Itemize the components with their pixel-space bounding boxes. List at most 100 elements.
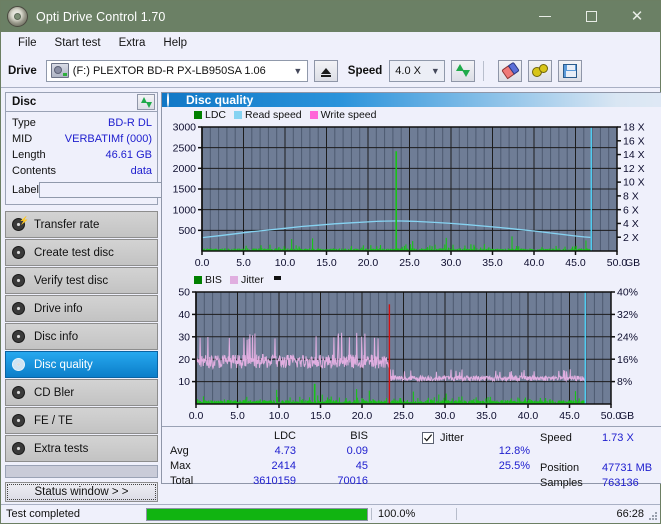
chevron-down-icon: ▼: [430, 65, 440, 76]
menu-item-start-test[interactable]: Start test: [46, 35, 110, 51]
nav-list: ⚡ Transfer rate Create test disc Verify …: [5, 211, 158, 502]
disc-icon: [12, 245, 27, 260]
save-button[interactable]: [558, 59, 583, 82]
sidebar-item-create-test-disc[interactable]: Create test disc: [5, 239, 158, 266]
refresh-button[interactable]: [451, 59, 476, 82]
sidebar-label-verify-test-disc: Verify test disc: [34, 274, 109, 287]
maximize-icon: [585, 11, 597, 22]
svg-text:GB: GB: [625, 257, 640, 269]
drive-toolbar: Drive (F:) PLEXTOR BD-R PX-LB950SA 1.06 …: [1, 54, 660, 88]
svg-text:8 X: 8 X: [623, 190, 639, 202]
svg-text:16%: 16%: [617, 354, 638, 366]
refresh-icon: [456, 64, 471, 77]
maximize-button[interactable]: [568, 1, 614, 32]
svg-text:25.0: 25.0: [393, 410, 414, 422]
svg-text:16 X: 16 X: [623, 135, 645, 147]
jitter-avg-value: 12.8%: [498, 445, 530, 457]
close-icon: ✕: [630, 7, 644, 25]
resize-grip[interactable]: [648, 511, 658, 521]
disc-key-contents: Contents: [12, 165, 57, 177]
content-area: Disc quality LDC Read speed Write speed …: [161, 88, 661, 489]
menu-item-extra[interactable]: Extra: [110, 35, 155, 51]
app-disc-icon: [7, 6, 28, 27]
legend-swatch-bis: [194, 276, 202, 284]
jitter-checkbox[interactable]: [422, 431, 434, 444]
sidebar-item-fe-te[interactable]: FE / TE: [5, 407, 158, 434]
disc-quality-panel: Disc quality LDC Read speed Write speed …: [161, 92, 661, 489]
samples-label: Samples: [540, 476, 583, 489]
bottom-chart-svg: 10 20 30 40 50 8% 16% 24% 32% 40% 0.0 5.0 10.0 15.0 20…: [178, 287, 638, 422]
disc-icon: [12, 357, 27, 372]
eraser-icon: [500, 61, 520, 80]
legend-label-read-speed: Read speed: [245, 109, 302, 121]
gears-icon: [532, 63, 549, 78]
speed-select[interactable]: 4.0 X ▼: [389, 59, 446, 82]
legend-swatch-read-speed: [234, 111, 243, 119]
spacer-row: [540, 445, 661, 460]
sidebar-label-transfer-rate: Transfer rate: [34, 218, 100, 231]
chevron-down-icon: ▼: [293, 65, 303, 76]
eject-icon: [320, 67, 331, 77]
progress-percent: 100.0%: [371, 508, 456, 520]
title-bar: Opti Drive Control 1.70 ✕: [1, 1, 660, 32]
sidebar-item-disc-quality[interactable]: Disc quality: [5, 351, 158, 378]
disc-icon: [12, 273, 27, 288]
disc-icon: [12, 441, 27, 456]
stats-table: LDC BIS Avg 4.73 0.09 Max 2414 45 Total …: [162, 430, 422, 504]
stats-avg-ldc: 4.73: [274, 445, 296, 457]
sidebar-item-cd-bler[interactable]: CD Bler: [5, 379, 158, 406]
status-window-button[interactable]: Status window > >: [5, 482, 158, 502]
jitter-label: Jitter: [440, 431, 464, 444]
disc-group-title: Disc: [12, 96, 37, 108]
drive-select[interactable]: (F:) PLEXTOR BD-R PX-LB950SA 1.06 ▼: [45, 59, 308, 82]
svg-text:5.0: 5.0: [230, 410, 245, 422]
svg-text:0.0: 0.0: [195, 257, 210, 269]
menu-item-file[interactable]: File: [9, 35, 46, 51]
disc-icon: [12, 385, 27, 400]
stats-header-row: LDC BIS: [162, 430, 422, 445]
svg-text:20.0: 20.0: [352, 410, 373, 422]
samples-row: Samples 763136: [540, 475, 661, 490]
legend-label-bis: BIS: [205, 274, 222, 286]
sidebar-label-cd-bler: CD Bler: [34, 386, 75, 399]
stats-label-avg: Avg: [170, 445, 189, 457]
samples-value: 763136: [602, 476, 639, 489]
bottom-chart-legend: BIS Jitter: [162, 274, 661, 286]
top-chart: 500 1000 1500 2000 2500 3000 2 X 4 X 6 X 8 X 10 X 1…: [162, 121, 661, 273]
svg-text:500: 500: [178, 225, 196, 237]
disc-row-mid: MID VERBATIMf (000): [12, 131, 152, 147]
disc-value-type: BD-R DL: [107, 117, 152, 129]
disc-group-header: Disc: [6, 93, 157, 112]
elapsed-time: 66:28: [456, 508, 660, 520]
status-window-label: Status window > >: [34, 486, 129, 498]
sidebar-item-disc-info[interactable]: Disc info: [5, 323, 158, 350]
speed-row: Speed 1.73 X: [540, 430, 661, 445]
svg-text:30: 30: [178, 331, 190, 343]
sidebar: Disc Type BD-R DL MID VERBATIMf (000) Le…: [1, 88, 240, 502]
sidebar-label-extra-tests: Extra tests: [34, 442, 89, 455]
sidebar-item-extra-tests[interactable]: Extra tests: [5, 435, 158, 462]
status-message: Test completed: [6, 508, 80, 520]
sidebar-item-transfer-rate[interactable]: ⚡ Transfer rate: [5, 211, 158, 238]
erase-button[interactable]: [498, 59, 523, 82]
svg-text:4 X: 4 X: [623, 218, 639, 230]
sidebar-item-verify-test-disc[interactable]: Verify test disc: [5, 267, 158, 294]
stats-header-ldc: LDC: [273, 430, 296, 442]
disc-icon: [167, 92, 180, 107]
disc-key-label: Label: [12, 184, 39, 196]
legend-marker-icon: [273, 276, 281, 280]
disc-value-length: 46.61 GB: [105, 149, 152, 161]
sidebar-item-drive-info[interactable]: Drive info: [5, 295, 158, 322]
svg-text:1000: 1000: [173, 204, 197, 216]
disc-refresh-button[interactable]: [137, 94, 155, 110]
drive-icon: [50, 63, 69, 78]
settings-button[interactable]: [528, 59, 553, 82]
disc-row-length: Length 46.61 GB: [12, 147, 152, 163]
svg-text:10.0: 10.0: [275, 257, 296, 269]
svg-text:2500: 2500: [173, 142, 197, 154]
eject-button[interactable]: [313, 59, 338, 82]
disc-icon: [12, 329, 27, 344]
minimize-button[interactable]: [522, 1, 568, 32]
close-button[interactable]: ✕: [614, 1, 660, 32]
menu-item-help[interactable]: Help: [154, 35, 196, 51]
